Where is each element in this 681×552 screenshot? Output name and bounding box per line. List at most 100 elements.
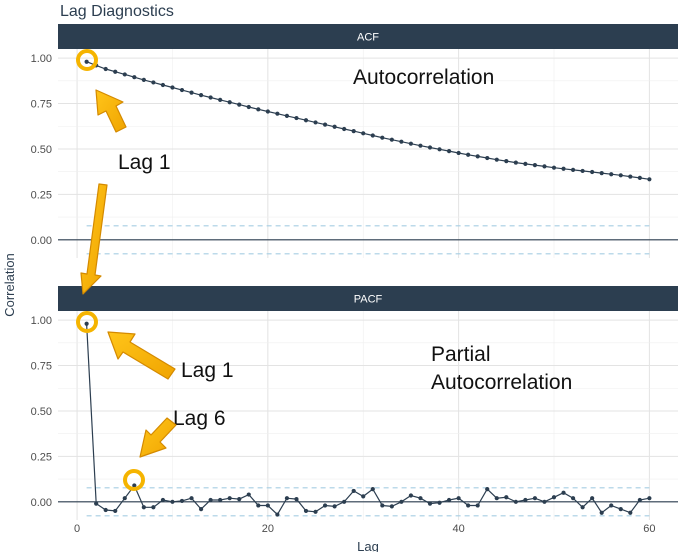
pacf-data-point: [418, 496, 423, 501]
x-tick-label: 60: [643, 523, 655, 535]
pacf-data-point: [322, 503, 328, 508]
pacf-data-point: [466, 503, 471, 508]
pacf-data-point: [590, 496, 595, 501]
acf-data-point: [389, 137, 394, 142]
pacf-data-point: [637, 497, 642, 503]
acf-data-point: [113, 69, 118, 74]
pacf-data-point: [561, 490, 566, 495]
acf-data-point: [313, 120, 318, 125]
pacf-data-point: [160, 497, 166, 503]
acf-data-point: [466, 152, 471, 157]
pacf-y-tick-label: 0.00: [31, 497, 52, 509]
pacf-data-point: [446, 497, 452, 503]
pacf-data-point: [361, 494, 366, 499]
acf-data-point: [151, 80, 156, 85]
pacf-data-point: [570, 496, 576, 501]
acf-data-point: [494, 157, 499, 162]
acf-data-point: [265, 109, 270, 114]
pacf-data-point: [84, 321, 89, 326]
acf-data-point: [408, 141, 414, 146]
pacf-annotation-lag-6: Lag 6: [173, 407, 226, 430]
pacf-data-point: [275, 512, 280, 517]
pacf-y-tick-label: 0.50: [31, 406, 52, 418]
pacf-data-point: [532, 496, 538, 501]
acf-data-point: [437, 147, 442, 152]
pacf-data-point: [284, 496, 290, 501]
pacf-data-point: [294, 497, 299, 502]
chart-title: Lag Diagnostics: [60, 3, 174, 20]
pacf-data-point: [389, 504, 394, 509]
acf-panel: ACF 0.00 0.25 0.50 0.75 1.00: [31, 24, 678, 258]
acf-data-point: [303, 118, 309, 123]
acf-y-tick-label: 1.00: [31, 53, 52, 65]
pacf-data-point: [94, 501, 99, 506]
pacf-y-tick-label: 0.75: [31, 361, 52, 373]
acf-data-point: [561, 166, 566, 171]
pacf-data-point: [456, 496, 461, 501]
acf-y-tick-label: 0.00: [31, 235, 52, 247]
pacf-data-point: [218, 497, 223, 503]
pacf-data-point: [475, 503, 480, 508]
acf-data-point: [609, 172, 614, 177]
pacf-data-point: [618, 506, 623, 512]
pacf-data-point: [103, 507, 108, 513]
acf-data-point: [628, 174, 633, 179]
acf-data-point: [342, 126, 347, 132]
pacf-data-point: [170, 499, 175, 504]
pacf-strip-label: PACF: [354, 294, 383, 306]
acf-y-ticks: 0.00 0.25 0.50 0.75 1.00: [31, 53, 52, 247]
acf-data-point: [351, 129, 356, 134]
acf-data-point: [570, 167, 576, 172]
pacf-data-point: [408, 493, 414, 498]
acf-data-point: [160, 82, 166, 88]
acf-data-point: [513, 160, 518, 165]
pacf-data-point: [437, 500, 442, 505]
acf-data-point: [218, 97, 223, 102]
acf-data-point: [637, 175, 642, 180]
acf-data-point: [418, 143, 423, 148]
pacf-data-point: [189, 496, 194, 501]
acf-data-point: [179, 87, 185, 93]
acf-data-point: [322, 122, 328, 127]
pacf-data-point: [599, 510, 604, 515]
pacf-data-point: [141, 505, 146, 510]
pacf-data-point: [208, 497, 213, 503]
acf-data-point: [485, 155, 490, 161]
acf-data-point: [475, 154, 480, 159]
pacf-data-point: [351, 488, 356, 494]
pacf-data-point: [380, 503, 385, 508]
x-tick-label: 0: [74, 523, 80, 535]
acf-data-point: [380, 135, 385, 140]
pacf-data-point: [303, 508, 309, 514]
acf-data-point: [456, 150, 461, 156]
x-axis-ticks: 0 20 40 60: [74, 523, 655, 535]
acf-data-point: [370, 133, 375, 138]
pacf-annotation-lag-1: Lag 1: [181, 359, 234, 382]
acf-data-point: [580, 168, 585, 174]
acf-data-point: [542, 164, 547, 169]
pacf-data-point: [122, 496, 127, 501]
pacf-data-point: [256, 503, 261, 508]
pacf-data-point: [246, 492, 251, 497]
acf-data-point: [189, 90, 194, 95]
x-tick-label: 20: [262, 523, 274, 535]
pacf-data-point: [485, 487, 490, 492]
acf-data-point: [446, 149, 452, 154]
acf-data-point: [227, 100, 232, 105]
acf-data-point: [399, 139, 404, 144]
pacf-data-point: [227, 496, 232, 501]
acf-data-point: [275, 111, 280, 116]
pacf-annotation-autocorrelation: Autocorrelation: [431, 371, 572, 394]
pacf-data-point: [523, 497, 528, 503]
pacf-data-point: [399, 499, 404, 504]
pacf-data-point: [179, 498, 185, 504]
acf-data-point: [198, 93, 204, 98]
pacf-data-point: [494, 496, 499, 501]
acf-data-point: [551, 165, 557, 170]
pacf-data-point: [370, 487, 375, 492]
acf-data-point: [599, 171, 604, 176]
x-axis-title: Lag: [357, 539, 379, 552]
acf-data-point: [590, 169, 595, 175]
pacf-data-point: [198, 506, 204, 512]
acf-annotation-lag-1: Lag 1: [118, 151, 171, 174]
